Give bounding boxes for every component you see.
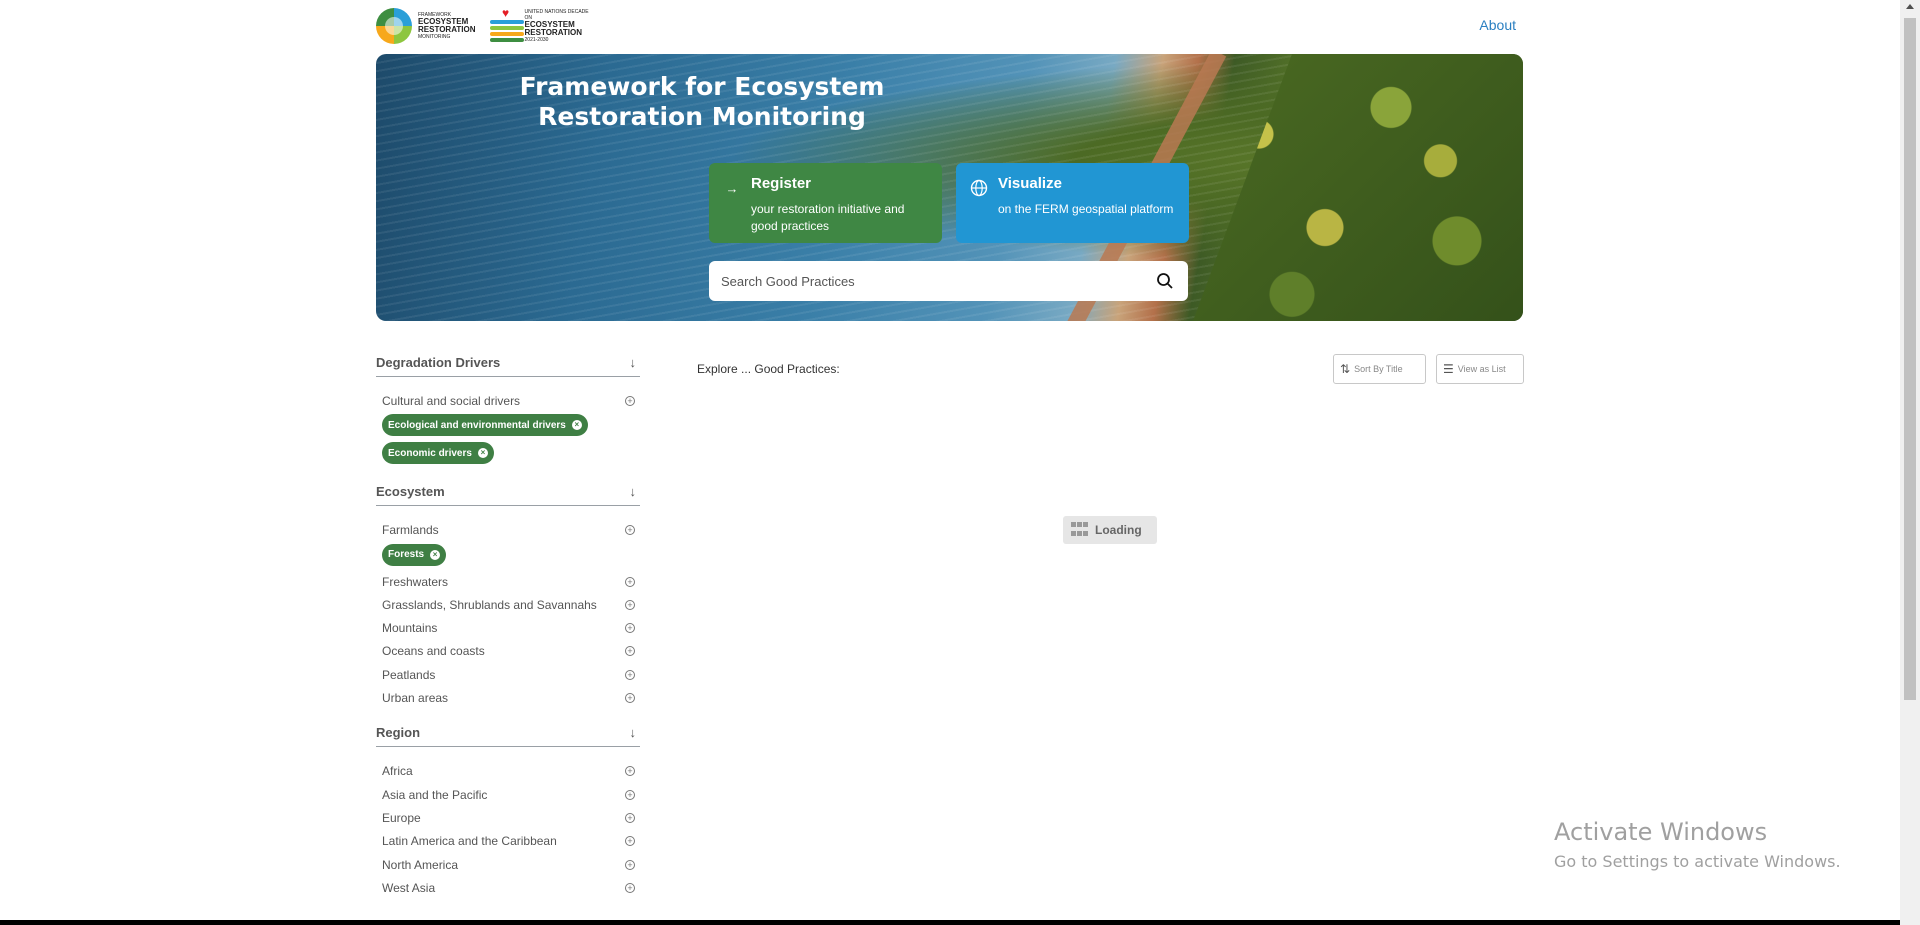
search-box bbox=[709, 261, 1188, 301]
arrow-down-icon[interactable]: ↓ bbox=[630, 723, 637, 743]
facet-header[interactable]: Ecosystem ↓ bbox=[376, 482, 640, 507]
selected-filter-chip[interactable]: Ecological and environmental drivers × bbox=[382, 414, 588, 437]
filter-option[interactable]: Cultural and social drivers + bbox=[376, 391, 640, 414]
add-filter-icon[interactable]: + bbox=[625, 396, 635, 406]
globe-icon bbox=[970, 179, 988, 197]
loading-indicator: Loading bbox=[1063, 516, 1157, 544]
add-filter-icon[interactable]: + bbox=[625, 859, 635, 870]
add-filter-icon[interactable]: + bbox=[625, 525, 635, 536]
view-as-list-button[interactable]: ☰ View as List bbox=[1436, 354, 1524, 384]
ferm-logo-text: FRAMEWORK ECOSYSTEM RESTORATION MONITORI… bbox=[418, 12, 476, 40]
facet-header[interactable]: Degradation Drivers ↓ bbox=[376, 353, 640, 377]
grid-icon bbox=[1071, 522, 1089, 538]
add-filter-icon[interactable]: + bbox=[625, 693, 635, 704]
filter-option[interactable]: Peatlands + bbox=[376, 665, 640, 688]
selected-filter-chip[interactable]: Forests × bbox=[382, 543, 447, 566]
sort-by-title-button[interactable]: ⇅ Sort By Title bbox=[1333, 354, 1426, 384]
filter-sidebar: Degradation Drivers ↓ Cultural and socia… bbox=[376, 353, 640, 901]
sort-icon: ⇅ bbox=[1340, 362, 1351, 376]
vertical-scrollbar[interactable] bbox=[1900, 0, 1920, 925]
filter-option[interactable]: Latin America and the Caribbean + bbox=[376, 831, 640, 854]
filter-option[interactable]: Mountains + bbox=[376, 618, 640, 641]
arrow-right-icon: → bbox=[725, 180, 739, 196]
explore-heading: Explore ... Good Practices: bbox=[697, 362, 840, 376]
hero-title: Framework for Ecosystem Restoration Moni… bbox=[519, 72, 885, 131]
visualize-title: Visualize bbox=[998, 175, 1062, 192]
list-icon: ☰ bbox=[1443, 362, 1454, 376]
register-title: Register bbox=[751, 175, 812, 192]
add-filter-icon[interactable]: + bbox=[625, 836, 635, 847]
facet-header[interactable]: Region ↓ bbox=[376, 723, 640, 748]
filter-option[interactable]: Farmlands + bbox=[376, 520, 640, 543]
un-decade-logo-mark: ♥ bbox=[490, 7, 524, 44]
add-filter-icon[interactable]: + bbox=[625, 789, 635, 800]
filter-option[interactable]: Grasslands, Shrublands and Savannahs + bbox=[376, 595, 640, 618]
un-decade-logo-text: UNITED NATIONS DECADE ON ECOSYSTEM RESTO… bbox=[524, 9, 589, 43]
scroll-up-icon[interactable] bbox=[1906, 4, 1914, 9]
add-filter-icon[interactable]: + bbox=[625, 669, 635, 680]
add-filter-icon[interactable]: + bbox=[625, 812, 635, 823]
arrow-down-icon[interactable]: ↓ bbox=[630, 353, 637, 373]
add-filter-icon[interactable]: + bbox=[625, 766, 635, 777]
search-input[interactable] bbox=[721, 261, 1141, 301]
remove-filter-icon[interactable]: × bbox=[571, 420, 582, 431]
site-header: FRAMEWORK ECOSYSTEM RESTORATION MONITORI… bbox=[376, 0, 1524, 52]
facet-region: Region ↓ Africa + Asia and the Pacific + E… bbox=[376, 723, 640, 901]
ferm-logo-mark bbox=[376, 8, 412, 44]
facet-ecosystem: Ecosystem ↓ Farmlands + Forests × Freshwat… bbox=[376, 482, 640, 711]
filter-option[interactable]: West Asia + bbox=[376, 878, 640, 901]
register-subtitle: your restoration initiative and good pra… bbox=[751, 202, 905, 233]
selected-filter-chip[interactable]: Economic drivers × bbox=[382, 442, 494, 465]
visualize-subtitle: on the FERM geospatial platform bbox=[998, 202, 1174, 216]
un-decade-logo[interactable]: ♥ UNITED NATIONS DECADE ON ECOSYSTEM RES… bbox=[490, 6, 590, 46]
search-icon[interactable] bbox=[1156, 272, 1174, 290]
remove-filter-icon[interactable]: × bbox=[430, 549, 441, 560]
add-filter-icon[interactable]: + bbox=[625, 599, 635, 610]
add-filter-icon[interactable]: + bbox=[625, 646, 635, 657]
facet-degradation-drivers: Degradation Drivers ↓ Cultural and socia… bbox=[376, 353, 640, 470]
add-filter-icon[interactable]: + bbox=[625, 576, 635, 587]
arrow-down-icon[interactable]: ↓ bbox=[630, 482, 637, 502]
filter-option[interactable]: North America + bbox=[376, 855, 640, 878]
visualize-button[interactable]: Visualize on the FERM geospatial platfor… bbox=[956, 163, 1189, 243]
ferm-logo[interactable]: FRAMEWORK ECOSYSTEM RESTORATION MONITORI… bbox=[376, 6, 482, 46]
remove-filter-icon[interactable]: × bbox=[477, 448, 488, 459]
filter-option[interactable]: Europe + bbox=[376, 808, 640, 831]
filter-option[interactable]: Asia and the Pacific + bbox=[376, 785, 640, 808]
about-link[interactable]: About bbox=[1479, 17, 1516, 33]
filter-option[interactable]: Urban areas + bbox=[376, 688, 640, 711]
hero-banner: Framework for Ecosystem Restoration Moni… bbox=[376, 54, 1523, 321]
filter-option[interactable]: Freshwaters + bbox=[376, 572, 640, 595]
register-button[interactable]: → Register your restoration initiative a… bbox=[709, 163, 942, 243]
filter-option[interactable]: Oceans and coasts + bbox=[376, 641, 640, 664]
windows-activation-watermark: Activate Windows Go to Settings to activ… bbox=[1554, 818, 1841, 871]
add-filter-icon[interactable]: + bbox=[625, 623, 635, 634]
filter-option[interactable]: Africa + bbox=[376, 761, 640, 784]
add-filter-icon[interactable]: + bbox=[625, 882, 635, 893]
scroll-thumb[interactable] bbox=[1904, 18, 1916, 700]
